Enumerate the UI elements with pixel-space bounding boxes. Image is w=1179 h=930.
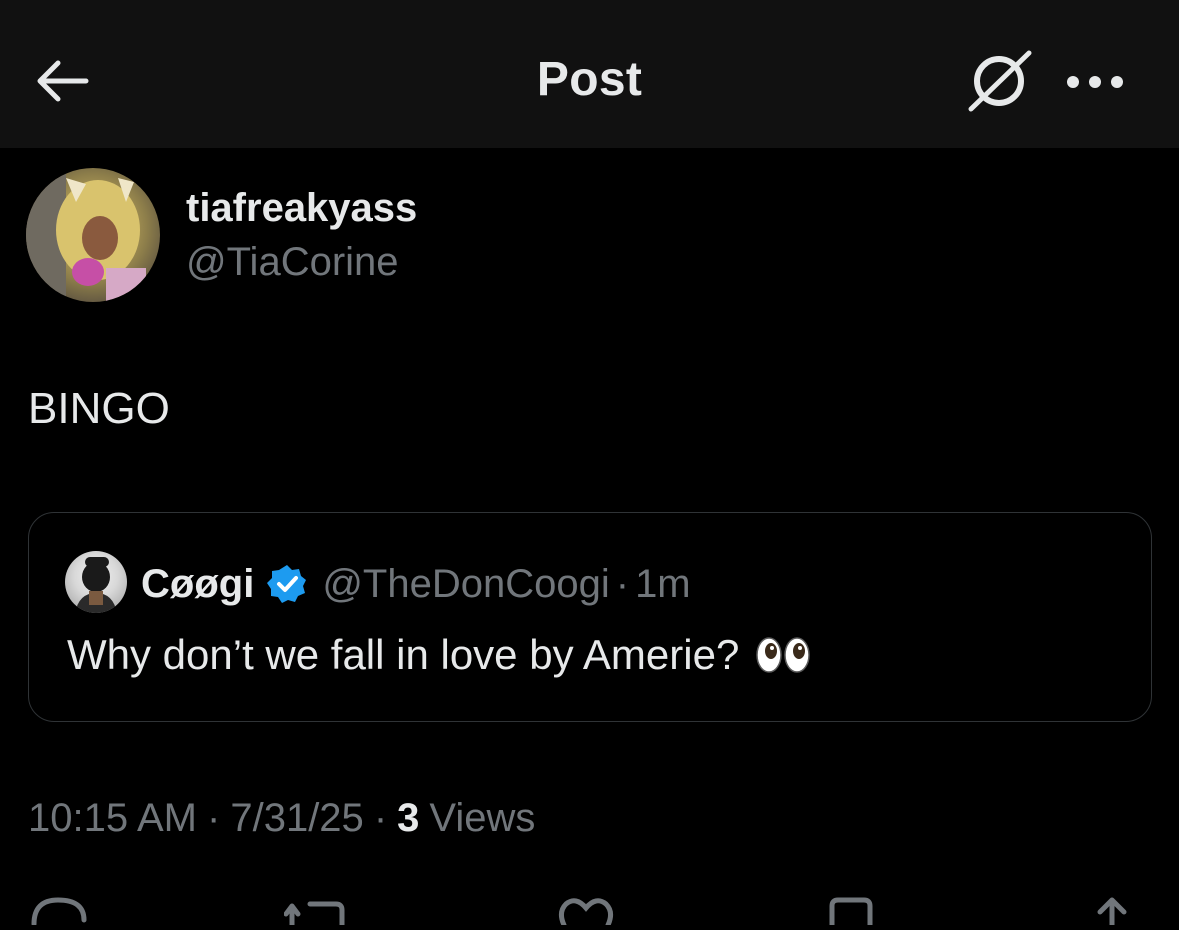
grok-icon [968, 50, 1032, 112]
more-horizontal-icon [1067, 76, 1123, 88]
share-icon [1097, 897, 1127, 928]
quoted-author-avatar[interactable] [65, 551, 127, 613]
verified-badge [266, 563, 308, 605]
reply-icon [31, 897, 87, 927]
author-handle[interactable]: @TiaCorine [186, 240, 399, 285]
repost-icon [283, 901, 345, 928]
separator-dot: · [615, 561, 630, 606]
avatar[interactable] [26, 168, 160, 302]
separator-dot: · [373, 796, 388, 840]
author-display-name[interactable]: tiafreakyass [186, 186, 417, 231]
separator-dot: · [207, 796, 221, 840]
grok-button[interactable] [962, 44, 1038, 116]
post-time: 10:15 AM [28, 796, 198, 840]
post-author: tiafreakyass @TiaCorine [26, 168, 726, 304]
quoted-avatar-image [75, 557, 117, 613]
quoted-author-name: Cøøgi [141, 561, 255, 606]
action-bar [0, 890, 1179, 928]
quoted-post-text: Why don’t we fall in love by Amerie? [67, 631, 740, 678]
quoted-post-card[interactable]: Cøøgi @TheDonCoogi · 1m Why don’t we fal… [28, 512, 1152, 722]
share-button[interactable] [1090, 890, 1160, 928]
eyes-emoji-icon [755, 635, 811, 675]
like-button[interactable] [556, 890, 626, 928]
quoted-post-time: 1m [635, 561, 691, 606]
like-icon [558, 898, 614, 928]
quoted-author-handle: @TheDonCoogi [322, 561, 610, 606]
top-bar: Post [0, 0, 1179, 148]
verified-badge-icon [267, 565, 307, 603]
quoted-post-header: Cøøgi @TheDonCoogi · 1m [141, 557, 691, 611]
quoted-post-text-row: Why don’t we fall in love by Amerie? [67, 631, 811, 679]
bookmark-icon [829, 897, 873, 928]
more-options-button[interactable] [1062, 60, 1128, 104]
bookmark-button[interactable] [826, 890, 896, 928]
post-metadata: 10:15 AM · 7/31/25 · 3 Views [28, 796, 535, 841]
reply-button[interactable] [28, 890, 98, 927]
views-count: 3 [397, 796, 420, 840]
post-date: 7/31/25 [230, 796, 364, 840]
repost-button[interactable] [283, 890, 354, 928]
avatar-image [26, 168, 146, 302]
post-text: BINGO [28, 384, 170, 433]
views-label[interactable]: Views [429, 796, 535, 841]
